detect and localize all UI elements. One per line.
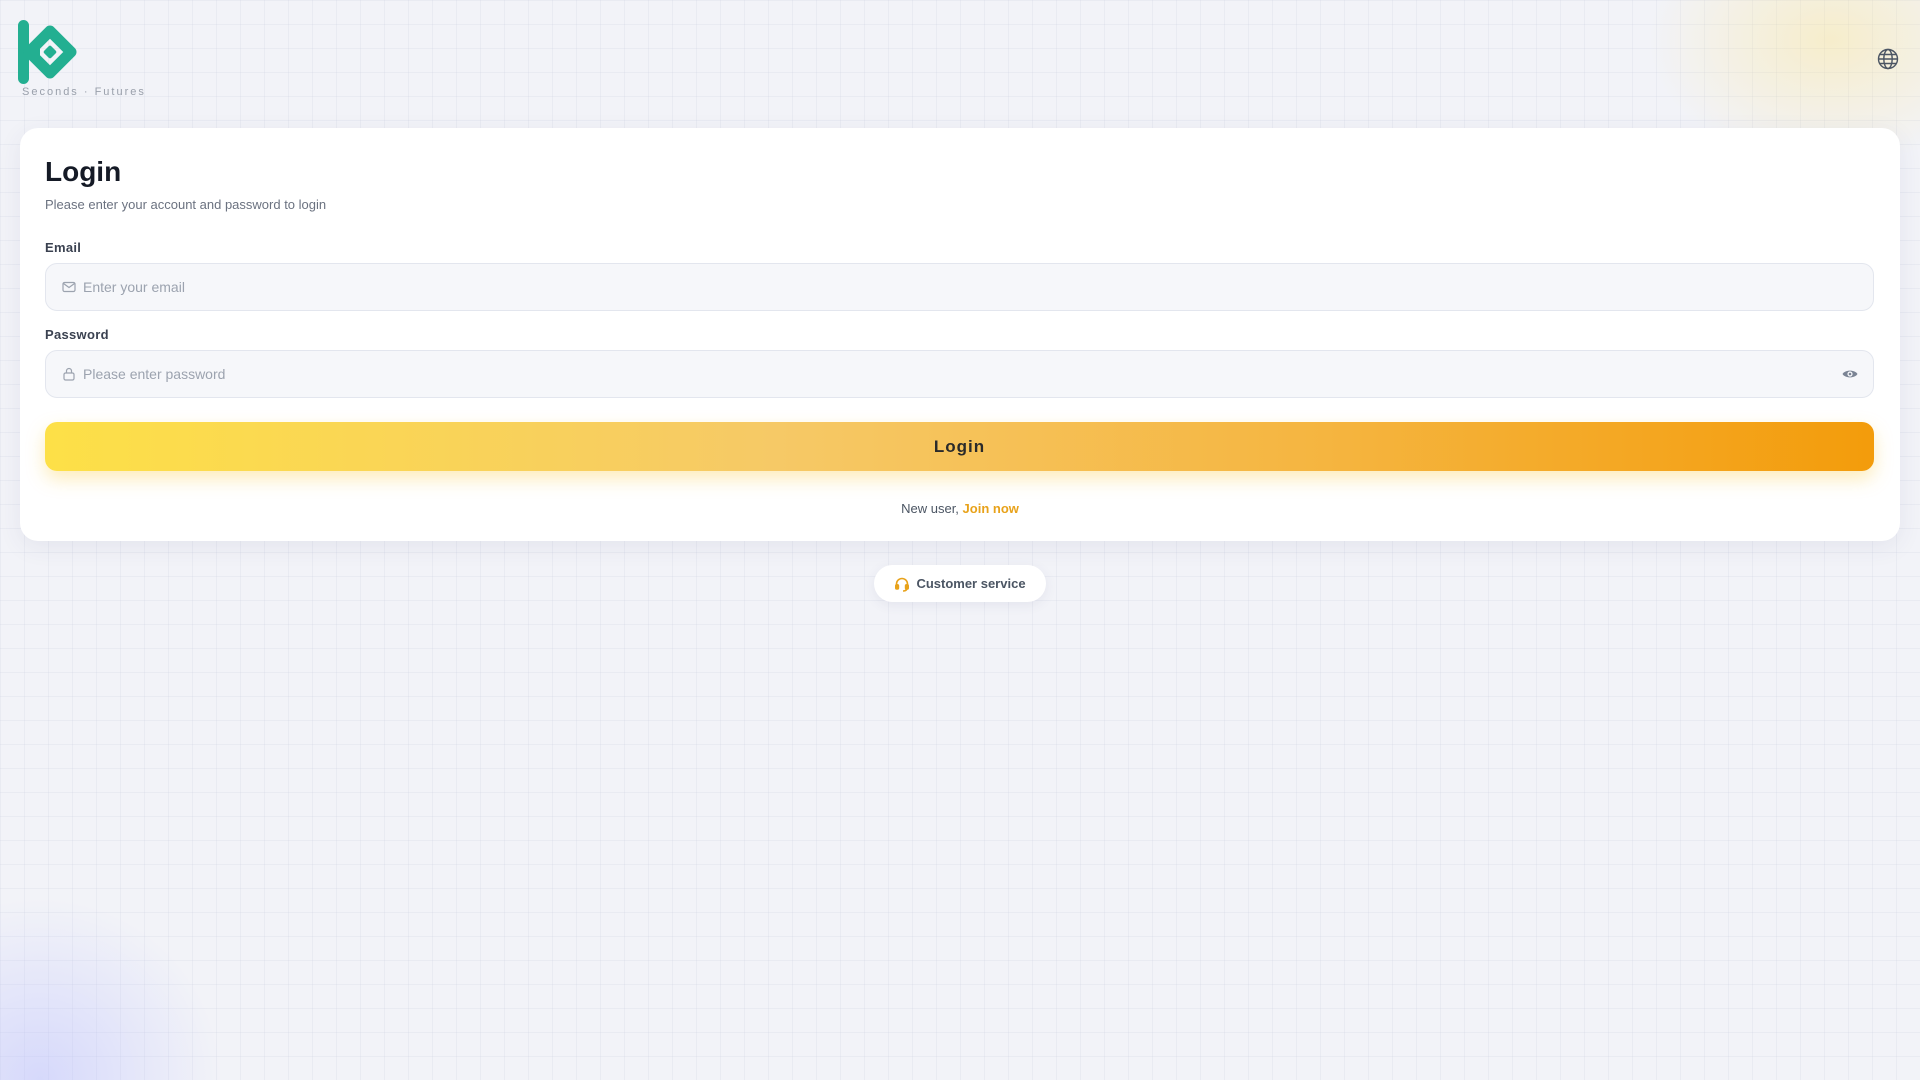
headset-icon bbox=[894, 576, 910, 592]
signup-prompt: New user, Join now bbox=[20, 501, 1900, 516]
customer-service-label: Customer service bbox=[916, 576, 1026, 591]
tagline: Seconds · Futures bbox=[22, 86, 146, 98]
lock-icon bbox=[62, 367, 76, 381]
email-label: Email bbox=[45, 240, 82, 255]
email-input[interactable] bbox=[83, 264, 1823, 310]
email-field[interactable] bbox=[45, 263, 1874, 311]
eye-icon[interactable] bbox=[1841, 365, 1859, 383]
password-field[interactable] bbox=[45, 350, 1874, 398]
login-card: Login Please enter your account and pass… bbox=[20, 128, 1900, 541]
signup-prompt-text: New user, bbox=[901, 501, 959, 516]
page-title: Login bbox=[45, 156, 122, 187]
join-now-link[interactable]: Join now bbox=[963, 501, 1019, 516]
password-label: Password bbox=[45, 327, 109, 342]
customer-service-button[interactable]: Customer service bbox=[874, 565, 1046, 602]
header: Seconds · Futures bbox=[0, 0, 1920, 110]
kucoin-logo-icon[interactable] bbox=[18, 20, 82, 84]
mail-icon bbox=[62, 280, 76, 294]
login-button[interactable]: Login bbox=[45, 422, 1874, 471]
page-subtitle: Please enter your account and password t… bbox=[45, 197, 327, 212]
password-input[interactable] bbox=[83, 351, 1823, 397]
globe-icon[interactable] bbox=[1876, 47, 1900, 71]
